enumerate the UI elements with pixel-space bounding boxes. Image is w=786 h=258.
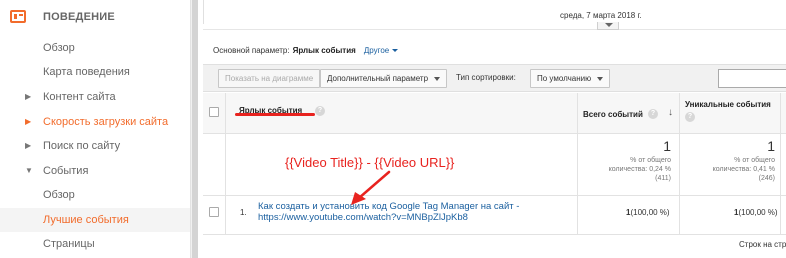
sidebar-item-site-content[interactable]: ▶ Контент сайта: [0, 85, 190, 109]
sidebar: ПОВЕДЕНИЕ Обзор Карта поведения ▶ Контен…: [0, 0, 190, 258]
sidebar-section-behavior[interactable]: ПОВЕДЕНИЕ: [0, 6, 190, 30]
timeline-chart: среда, 7 марта 2018 г.: [203, 0, 786, 30]
table-divider: [203, 195, 786, 196]
table-column-divider: [780, 93, 781, 235]
table-divider: [203, 133, 786, 134]
sidebar-scrollbar[interactable]: [190, 0, 198, 258]
row-total-events-pct: (100,00 %): [630, 208, 670, 217]
sidebar-scrollbar-thumb[interactable]: [192, 0, 198, 258]
table-column-divider: [225, 93, 226, 235]
caret-right-icon: ▶: [25, 117, 32, 126]
chevron-down-icon: [597, 76, 604, 81]
row-total-events: 1(100,00 %): [626, 208, 670, 217]
caret-right-icon: ▶: [25, 141, 32, 150]
annotation-underline: [235, 113, 315, 116]
unique-events-total: 1: [767, 138, 775, 154]
sidebar-item-behavior-flow[interactable]: Карта поведения: [0, 60, 190, 84]
table-search-input[interactable]: [718, 69, 786, 88]
sidebar-item-label: События: [43, 165, 89, 177]
caret-right-icon: ▶: [25, 92, 32, 101]
caret-down-icon: ▼: [25, 166, 33, 175]
sort-descending-icon[interactable]: ↓: [668, 107, 673, 118]
sidebar-item-label: Страницы: [43, 238, 95, 250]
sidebar-item-top-events[interactable]: Лучшие события: [0, 208, 190, 232]
row-checkbox[interactable]: [209, 207, 219, 217]
other-dimension-link[interactable]: Другое: [363, 46, 399, 55]
annotation-arrow-icon: [351, 170, 391, 205]
chevron-down-icon: [392, 49, 399, 53]
sidebar-item-label: Скорость загрузки сайта: [43, 116, 169, 128]
unique-events-total-sub: % от общего количества: 0,41 % (246): [712, 157, 775, 182]
primary-dimension-row: Основной параметр: Ярлык события Другое: [213, 46, 399, 60]
secondary-dimension-label: Дополнительный параметр: [327, 74, 429, 83]
timeline-frame: [203, 0, 786, 24]
help-icon[interactable]: ?: [685, 112, 695, 122]
row-unique-events: 1(100,00 %): [734, 208, 778, 217]
behavior-icon: [10, 10, 26, 23]
other-dimension-label: Другое: [363, 46, 390, 55]
column-header-total-events[interactable]: Всего событий: [583, 110, 643, 119]
event-label-link[interactable]: Как создать и установить код Google Tag …: [258, 201, 558, 223]
plot-rows-button[interactable]: Показать на диаграмме: [218, 69, 321, 88]
table-divider: [203, 234, 786, 235]
sidebar-item-pages[interactable]: Страницы: [0, 232, 190, 256]
sidebar-section-label: ПОВЕДЕНИЕ: [43, 11, 115, 23]
plot-rows-label: Показать на диаграмме: [225, 74, 314, 83]
sort-type-value: По умолчанию: [537, 74, 592, 83]
chevron-down-icon: [434, 76, 441, 81]
primary-dimension-label: Основной параметр:: [213, 46, 290, 55]
row-index: 1.: [240, 208, 247, 217]
sidebar-item-label: Поиск по сайту: [43, 140, 121, 152]
primary-dimension-value: Ярлык события: [292, 46, 356, 55]
sidebar-item-overview[interactable]: Обзор: [0, 36, 190, 60]
sidebar-item-label: Обзор: [43, 189, 75, 201]
sidebar-item-label: Обзор: [43, 42, 75, 54]
sidebar-item-site-search[interactable]: ▶ Поиск по сайту: [0, 134, 190, 158]
row-unique-events-pct: (100,00 %): [738, 208, 778, 217]
help-icon[interactable]: ?: [648, 109, 658, 119]
timeline-expand-handle[interactable]: [597, 22, 619, 30]
sort-type-dropdown[interactable]: По умолчанию: [530, 69, 611, 88]
sidebar-item-label: Карта поведения: [43, 66, 130, 78]
sidebar-item-label: Контент сайта: [43, 91, 116, 103]
help-icon[interactable]: ?: [315, 106, 325, 116]
table-column-divider: [577, 93, 578, 235]
total-events-total-sub: % от общего количества: 0,24 % (411): [608, 157, 671, 182]
column-header-unique-events[interactable]: Уникальные события: [685, 99, 777, 110]
sidebar-item-events-overview[interactable]: Обзор: [0, 183, 190, 207]
table-toolbar: Показать на диаграмме Дополнительный пар…: [203, 64, 786, 92]
sidebar-item-label: Лучшие события: [43, 214, 129, 226]
sort-type-label: Тип сортировки:: [456, 73, 516, 82]
secondary-dimension-dropdown[interactable]: Дополнительный параметр: [320, 69, 448, 88]
sidebar-item-site-speed[interactable]: ▶ Скорость загрузки сайта: [0, 110, 190, 134]
table-column-divider: [679, 93, 680, 235]
sidebar-item-events[interactable]: ▼ События: [0, 159, 190, 183]
total-events-total: 1: [663, 138, 671, 154]
timeline-date-label: среда, 7 марта 2018 г.: [560, 11, 642, 20]
rows-per-page-label: Строк на стр: [739, 240, 786, 249]
select-all-checkbox[interactable]: [209, 107, 219, 117]
